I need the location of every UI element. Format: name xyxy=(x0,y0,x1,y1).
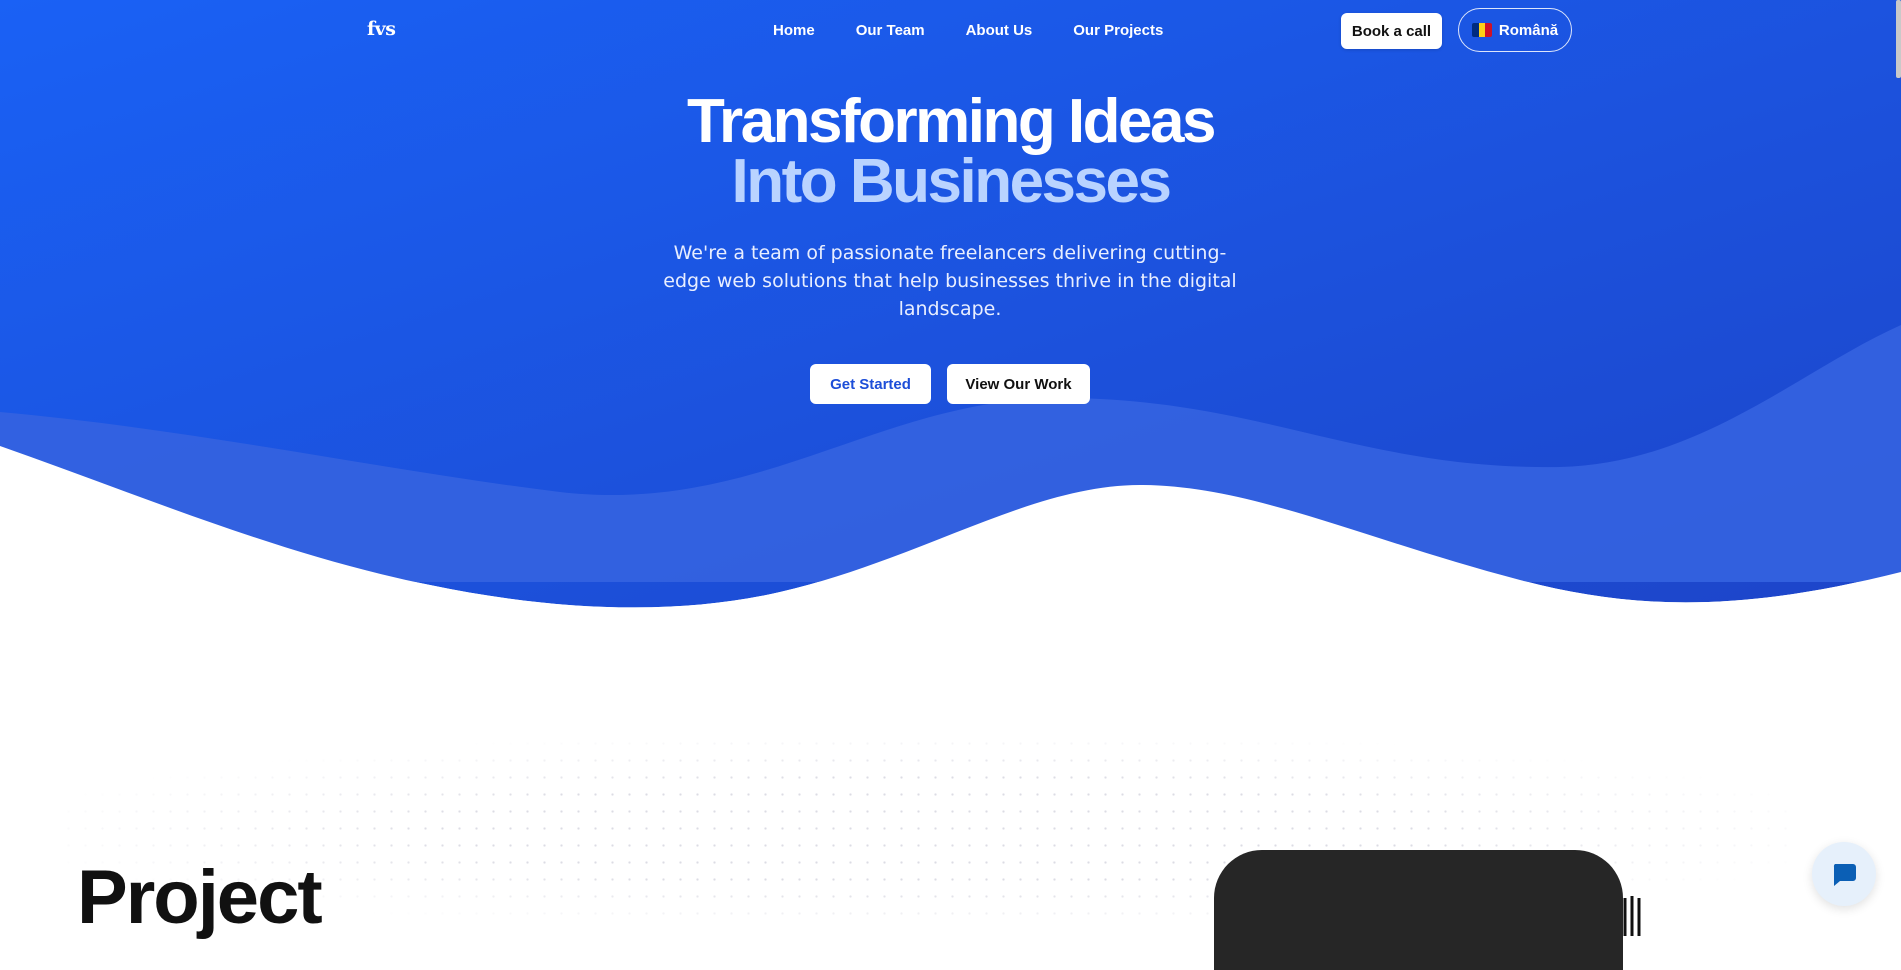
get-started-button[interactable]: Get Started xyxy=(810,364,931,404)
nav-link-our-projects[interactable]: Our Projects xyxy=(1073,22,1163,39)
hero-title-line-2: Into Businesses xyxy=(731,147,1172,216)
hero-subtitle: We're a team of passionate freelancers d… xyxy=(663,242,1237,320)
scrollbar-thumb[interactable] xyxy=(1896,0,1901,78)
romania-flag-icon xyxy=(1471,23,1492,37)
nav-links: Home Our Team About Us Our Projects xyxy=(773,22,1163,39)
book-call-button[interactable]: Book a call xyxy=(1341,13,1442,49)
language-switch-button[interactable]: Română xyxy=(1458,8,1572,52)
nav-link-our-team[interactable]: Our Team xyxy=(856,22,925,39)
nav-link-about-us[interactable]: About Us xyxy=(966,22,1033,39)
language-label: Română xyxy=(1498,21,1559,39)
hero-title: Transforming Ideas Into Businesses xyxy=(0,87,1901,216)
chat-bubble-icon xyxy=(1833,864,1856,886)
chat-button[interactable] xyxy=(1812,842,1876,906)
logo[interactable]: fvs xyxy=(367,18,396,40)
nav-link-home[interactable]: Home xyxy=(773,22,815,39)
device-side-buttons-icon xyxy=(1623,896,1641,936)
view-our-work-button[interactable]: View Our Work xyxy=(947,364,1090,404)
hero-title-line-1: Transforming Ideas xyxy=(687,87,1216,156)
projects-heading: Project xyxy=(77,855,323,940)
top-navigation: fvs Home Our Team About Us Our Projects … xyxy=(0,0,1901,62)
device-mockup xyxy=(1214,850,1623,970)
hero-section: fvs Home Our Team About Us Our Projects … xyxy=(0,0,1901,620)
